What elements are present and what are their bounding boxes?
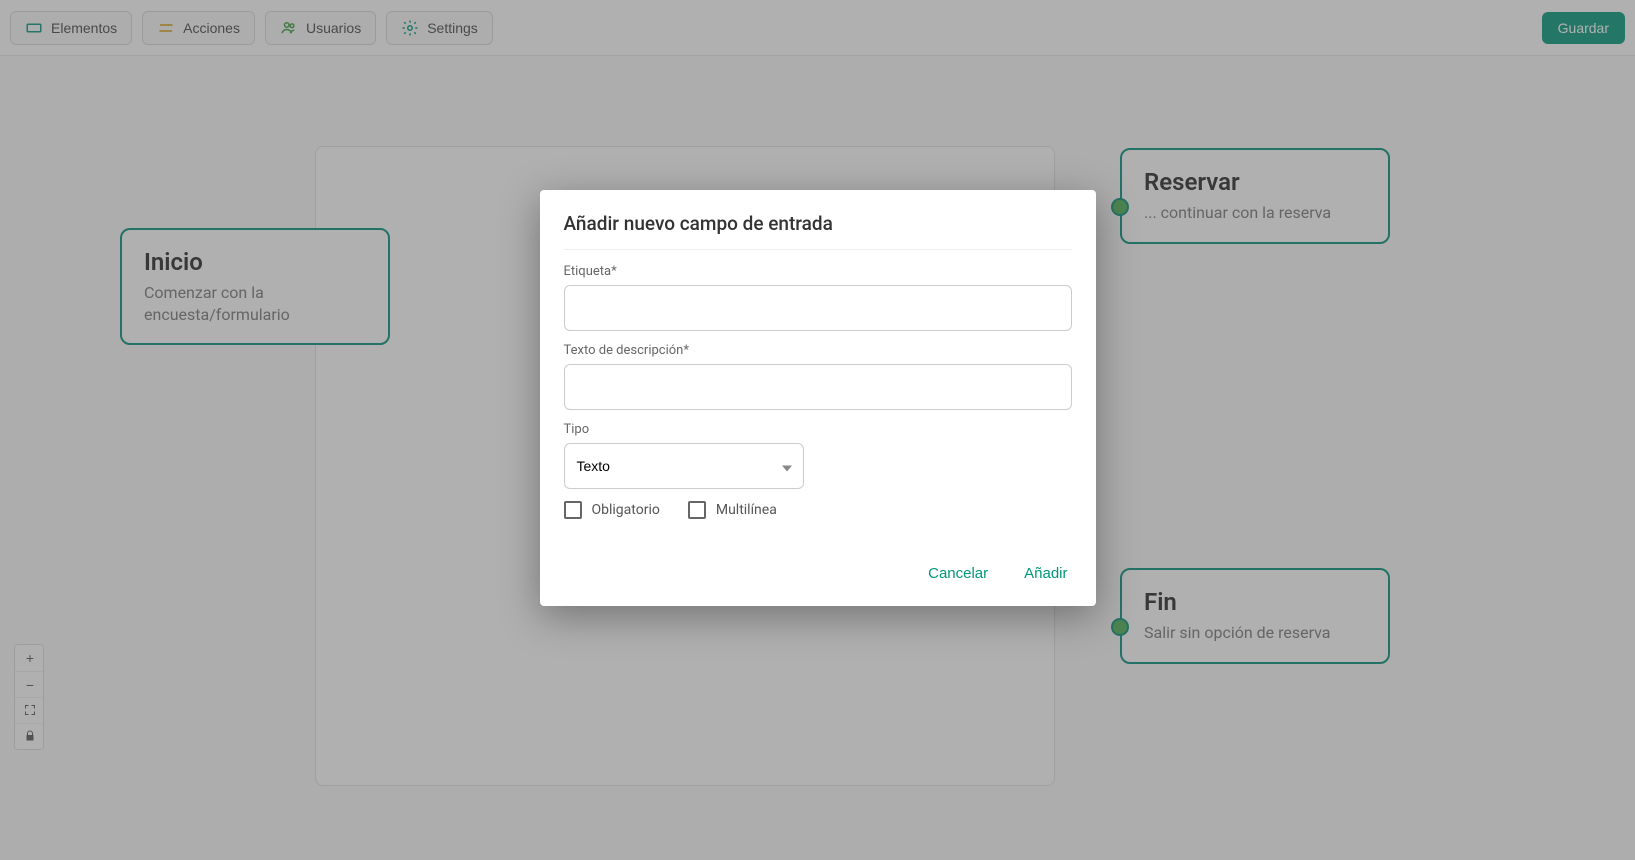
cancel-button[interactable]: Cancelar bbox=[924, 559, 992, 588]
type-field-label: Tipo bbox=[564, 422, 1072, 437]
label-field-label: Etiqueta* bbox=[564, 264, 1072, 279]
description-field-group: Texto de descripción* bbox=[564, 343, 1072, 410]
checkbox-box-icon bbox=[688, 501, 706, 519]
type-select-value: Texto bbox=[577, 458, 610, 474]
description-input[interactable] bbox=[564, 364, 1072, 410]
add-button[interactable]: Añadir bbox=[1020, 559, 1071, 588]
description-field-label: Texto de descripción* bbox=[564, 343, 1072, 358]
type-field-group: Tipo Texto bbox=[564, 422, 1072, 489]
type-select[interactable]: Texto bbox=[564, 443, 804, 489]
checkbox-row: Obligatorio Multilínea bbox=[564, 501, 1072, 519]
modal-overlay[interactable]: Añadir nuevo campo de entrada Etiqueta* … bbox=[0, 0, 1635, 860]
checkbox-box-icon bbox=[564, 501, 582, 519]
required-checkbox-label: Obligatorio bbox=[592, 502, 660, 518]
label-field-group: Etiqueta* bbox=[564, 264, 1072, 331]
modal-actions: Cancelar Añadir bbox=[564, 559, 1072, 592]
required-checkbox[interactable]: Obligatorio bbox=[564, 501, 660, 519]
multiline-checkbox[interactable]: Multilínea bbox=[688, 501, 777, 519]
add-input-field-modal: Añadir nuevo campo de entrada Etiqueta* … bbox=[540, 190, 1096, 606]
multiline-checkbox-label: Multilínea bbox=[716, 502, 777, 518]
label-input[interactable] bbox=[564, 285, 1072, 331]
modal-title: Añadir nuevo campo de entrada bbox=[564, 212, 1072, 250]
